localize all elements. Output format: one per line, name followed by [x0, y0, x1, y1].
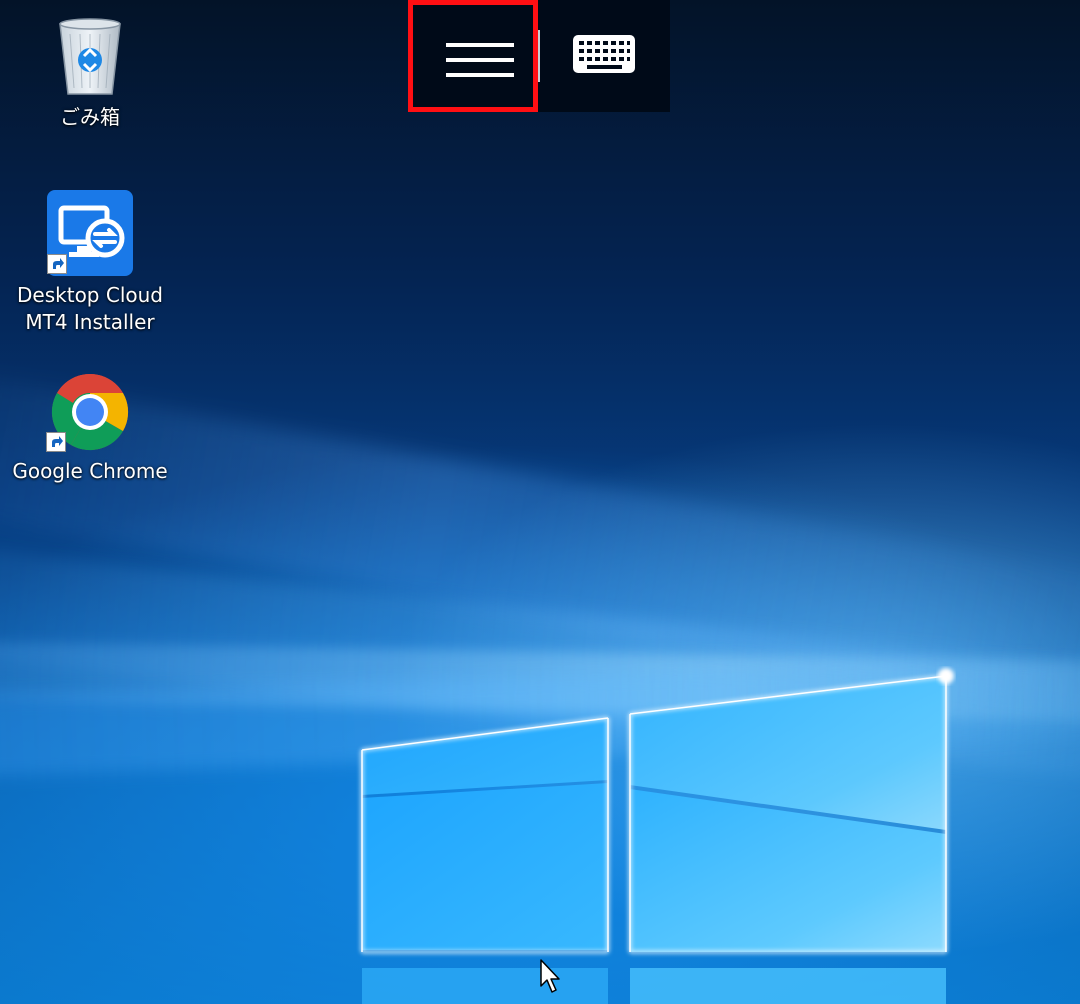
logo-pane — [362, 968, 608, 1004]
desktop-icon-desktop-cloud-mt4-installer[interactable]: Desktop Cloud MT4 Installer — [5, 190, 175, 336]
remote-session-toolbar — [408, 0, 670, 112]
keyboard-icon — [573, 35, 635, 73]
menu-button[interactable] — [408, 0, 538, 112]
desktop-icon-label: ごみ箱 — [60, 105, 120, 129]
chrome-icon — [46, 372, 130, 452]
logo-pane — [362, 783, 608, 950]
shortcut-arrow-icon — [47, 254, 67, 274]
logo-pane — [630, 968, 946, 1004]
hamburger-menu-icon — [446, 73, 514, 77]
logo-pane — [630, 789, 946, 952]
logo-pane — [362, 718, 608, 795]
desktop-icon-recycle-bin[interactable]: ごみ箱 — [5, 14, 175, 131]
keyboard-button[interactable] — [548, 20, 660, 90]
mouse-cursor-icon — [540, 959, 560, 993]
toolbar-divider — [538, 30, 540, 82]
desktop: ごみ箱 Desktop Cloud MT4 Installer Google C… — [0, 0, 1080, 1004]
desktop-icon-label: Google Chrome — [12, 459, 168, 483]
desktop-icon-google-chrome[interactable]: Google Chrome — [5, 372, 175, 485]
desktop-icon-label: Desktop Cloud MT4 Installer — [17, 283, 163, 334]
wallpaper-light-beam — [0, 651, 1080, 780]
desktop-cloud-installer-icon — [47, 190, 133, 276]
hamburger-menu-icon — [446, 43, 514, 47]
wallpaper-light-beam — [0, 540, 1080, 797]
hamburger-menu-icon — [446, 58, 514, 62]
windows-logo-wallpaper — [360, 668, 954, 1004]
logo-pane — [630, 676, 946, 830]
wallpaper-light-beam — [0, 640, 1080, 725]
recycle-bin-icon — [50, 14, 130, 98]
shortcut-arrow-icon — [46, 432, 66, 452]
